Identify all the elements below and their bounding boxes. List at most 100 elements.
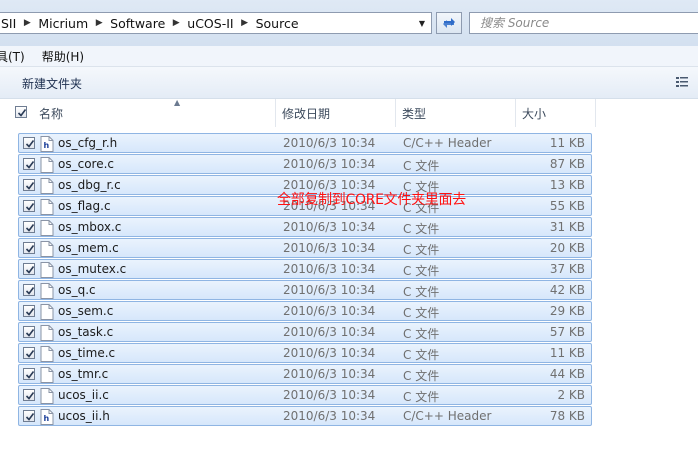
file-list: h os_cfg_r.h 2010/6/3 10:34 C/C++ Header 11 … [18,133,592,427]
file-checkbox[interactable] [23,347,35,359]
search-box[interactable] [469,12,698,34]
chevron-right-icon[interactable]: ▶ [167,13,185,33]
breadcrumb-label: Source [255,15,299,31]
column-size-label: 大小 [522,106,547,121]
file-checkbox[interactable] [23,158,35,170]
column-size[interactable]: 大小 [516,99,596,127]
c-file-icon [40,199,54,218]
file-checkbox[interactable] [23,368,35,380]
checkmark-icon [25,245,35,253]
checkmark-icon [25,161,35,169]
file-date: 2010/6/3 10:34 [283,283,376,297]
file-date: 2010/6/3 10:34 [283,220,376,234]
file-row[interactable]: os_task.c 2010/6/3 10:34 C 文件 57 KB [18,322,592,342]
new-folder-button[interactable]: 新建文件夹 [22,75,82,92]
file-checkbox[interactable] [23,284,35,296]
checkmark-icon [25,287,35,295]
file-checkbox[interactable] [23,221,35,233]
file-size: 2 KB [557,388,585,402]
file-size: 37 KB [549,262,585,276]
refresh-icon [443,18,455,28]
file-checkbox[interactable] [23,326,35,338]
file-size: 55 KB [549,199,585,213]
file-row[interactable]: os_sem.c 2010/6/3 10:34 C 文件 29 KB [18,301,592,321]
file-date: 2010/6/3 10:34 [283,304,376,318]
file-date: 2010/6/3 10:34 [283,325,376,339]
breadcrumb-label: Software [110,15,166,31]
chevron-down-icon[interactable]: ▼ [413,13,431,33]
breadcrumb-segment[interactable]: uCOS-II [185,13,235,33]
file-date: 2010/6/3 10:34 [283,262,376,276]
c-file-icon [40,157,54,176]
checkmark-icon [17,109,27,117]
file-checkbox[interactable] [23,242,35,254]
c-file-icon [40,388,54,407]
select-all-checkbox[interactable] [15,106,27,118]
c-file-icon [40,262,54,281]
chevron-right-icon[interactable]: ▶ [18,13,36,33]
annotation-text: 全部复制到CORE文件夹里面去 [277,192,466,208]
file-size: 57 KB [549,325,585,339]
search-input[interactable] [478,15,682,31]
command-bar: 新建文件夹 [0,67,698,99]
checkmark-icon [25,140,35,148]
header-file-icon: h [40,409,54,428]
checkmark-icon [25,224,35,232]
column-type-label: 类型 [402,106,427,121]
menu-help[interactable]: 帮助(H) [42,48,92,65]
file-checkbox[interactable] [23,137,35,149]
column-name[interactable]: 名称 ▲ [34,98,276,127]
chevron-right-icon[interactable]: ▶ [90,13,108,33]
file-row[interactable]: os_mutex.c 2010/6/3 10:34 C 文件 37 KB [18,259,592,279]
breadcrumb-label: SII [1,15,17,31]
file-size: 20 KB [549,241,585,255]
file-type: C 文件 [403,243,440,257]
file-type: C 文件 [403,159,440,173]
file-checkbox[interactable] [23,263,35,275]
file-row[interactable]: os_mbox.c 2010/6/3 10:34 C 文件 31 KB [18,217,592,237]
breadcrumb-segment[interactable]: Software [108,13,167,33]
column-date-modified[interactable]: 修改日期 [276,99,396,127]
file-name: os_q.c [58,283,96,297]
file-name: os_mbox.c [58,220,122,234]
file-row[interactable]: os_mem.c 2010/6/3 10:34 C 文件 20 KB [18,238,592,258]
breadcrumb-segment[interactable]: Micrium [36,13,90,33]
svg-text:h: h [44,414,50,423]
file-size: 29 KB [549,304,585,318]
file-row[interactable]: os_time.c 2010/6/3 10:34 C 文件 11 KB [18,343,592,363]
breadcrumb-segment[interactable]: Source [254,13,301,33]
file-checkbox[interactable] [23,305,35,317]
c-file-icon [40,283,54,302]
checkmark-icon [25,413,35,421]
file-type: C/C++ Header [403,136,492,150]
file-row[interactable]: os_tmr.c 2010/6/3 10:34 C 文件 44 KB [18,364,592,384]
chevron-right-icon[interactable]: ▶ [236,13,254,33]
file-row[interactable]: h os_cfg_r.h 2010/6/3 10:34 C/C++ Header 11 … [18,133,592,153]
file-checkbox[interactable] [23,389,35,401]
checkmark-icon [25,308,35,316]
file-checkbox[interactable] [23,200,35,212]
file-checkbox[interactable] [23,410,35,422]
file-row[interactable]: ucos_ii.c 2010/6/3 10:34 C 文件 2 KB [18,385,592,405]
address-bar[interactable]: SII ▶ Micrium ▶ Software ▶ uCOS-II ▶ Sou… [0,12,432,34]
c-file-icon [40,304,54,323]
file-type: C 文件 [403,390,440,404]
view-options-icon[interactable] [675,75,689,89]
breadcrumb-segment[interactable]: SII [0,13,18,33]
column-type[interactable]: 类型 [396,99,516,127]
file-row[interactable]: os_core.c 2010/6/3 10:34 C 文件 87 KB [18,154,592,174]
menu-tools[interactable]: 具(T) [0,48,42,65]
file-date: 2010/6/3 10:34 [283,346,376,360]
file-type: C 文件 [403,369,440,383]
file-row[interactable]: h ucos_ii.h 2010/6/3 10:34 C/C++ Header 78 K… [18,406,592,426]
checkmark-icon [25,329,35,337]
file-date: 2010/6/3 10:34 [283,241,376,255]
refresh-button[interactable] [436,12,462,34]
file-type: C 文件 [403,348,440,362]
file-row[interactable]: os_q.c 2010/6/3 10:34 C 文件 42 KB [18,280,592,300]
file-checkbox[interactable] [23,179,35,191]
column-date-label: 修改日期 [282,106,331,121]
file-size: 87 KB [549,157,585,171]
navigation-bar: SII ▶ Micrium ▶ Software ▶ uCOS-II ▶ Sou… [0,0,698,46]
file-type: C 文件 [403,306,440,320]
